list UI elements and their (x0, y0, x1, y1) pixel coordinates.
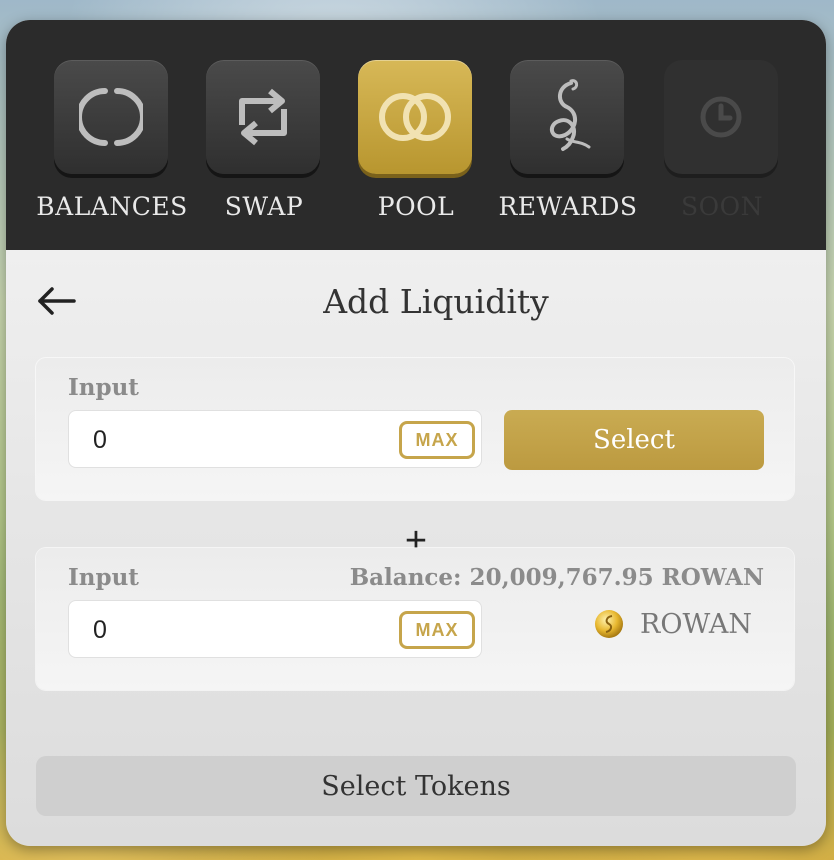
nav-rewards[interactable]: REWARDS (474, 60, 637, 230)
swap-tile (206, 60, 320, 174)
max-button[interactable]: MAX (399, 421, 475, 459)
clock-icon (700, 96, 742, 138)
input-label: Input (68, 564, 139, 591)
page-header: Add Liquidity (6, 270, 826, 330)
nav-swap[interactable]: SWAP (170, 60, 322, 230)
nav-balances[interactable]: BALANCES (18, 60, 187, 230)
nav-soon: SOON (628, 60, 780, 230)
nav-pool[interactable]: POOL (322, 60, 474, 230)
token-name: ROWAN (640, 608, 752, 640)
nav-bar: BALANCES SWAP POOL REWARDS SOON (6, 20, 826, 250)
rewards-icon (549, 79, 591, 151)
swap-icon (239, 88, 287, 146)
input-label: Input (68, 374, 139, 401)
pool-tile (358, 60, 472, 174)
rewards-tile (510, 60, 624, 174)
input-panel-1: Input MAX Select (36, 358, 794, 500)
amount-input-1[interactable] (91, 423, 375, 457)
balance-text: Balance: 20,009,767.95 ROWAN (349, 564, 764, 591)
amount-input-2[interactable] (91, 613, 375, 647)
select-tokens-button[interactable]: Select Tokens (36, 756, 796, 816)
amount-input-box: MAX (68, 410, 482, 468)
amount-input-box: MAX (68, 600, 482, 658)
page-title: Add Liquidity (323, 282, 549, 321)
soon-tile (664, 60, 778, 174)
balances-tile (54, 60, 168, 174)
main-card: BALANCES SWAP POOL REWARDS SOON Add Liqu… (6, 20, 826, 846)
token-display: ROWAN (594, 604, 752, 644)
balances-icon (79, 88, 143, 146)
input-panel-2: Input Balance: 20,009,767.95 ROWAN MAX R… (36, 548, 794, 690)
select-token-button[interactable]: Select (504, 410, 764, 470)
pool-icon (379, 93, 451, 141)
max-button[interactable]: MAX (399, 611, 475, 649)
nav-label-soon: SOON (681, 192, 763, 221)
rowan-coin-icon (595, 610, 623, 638)
